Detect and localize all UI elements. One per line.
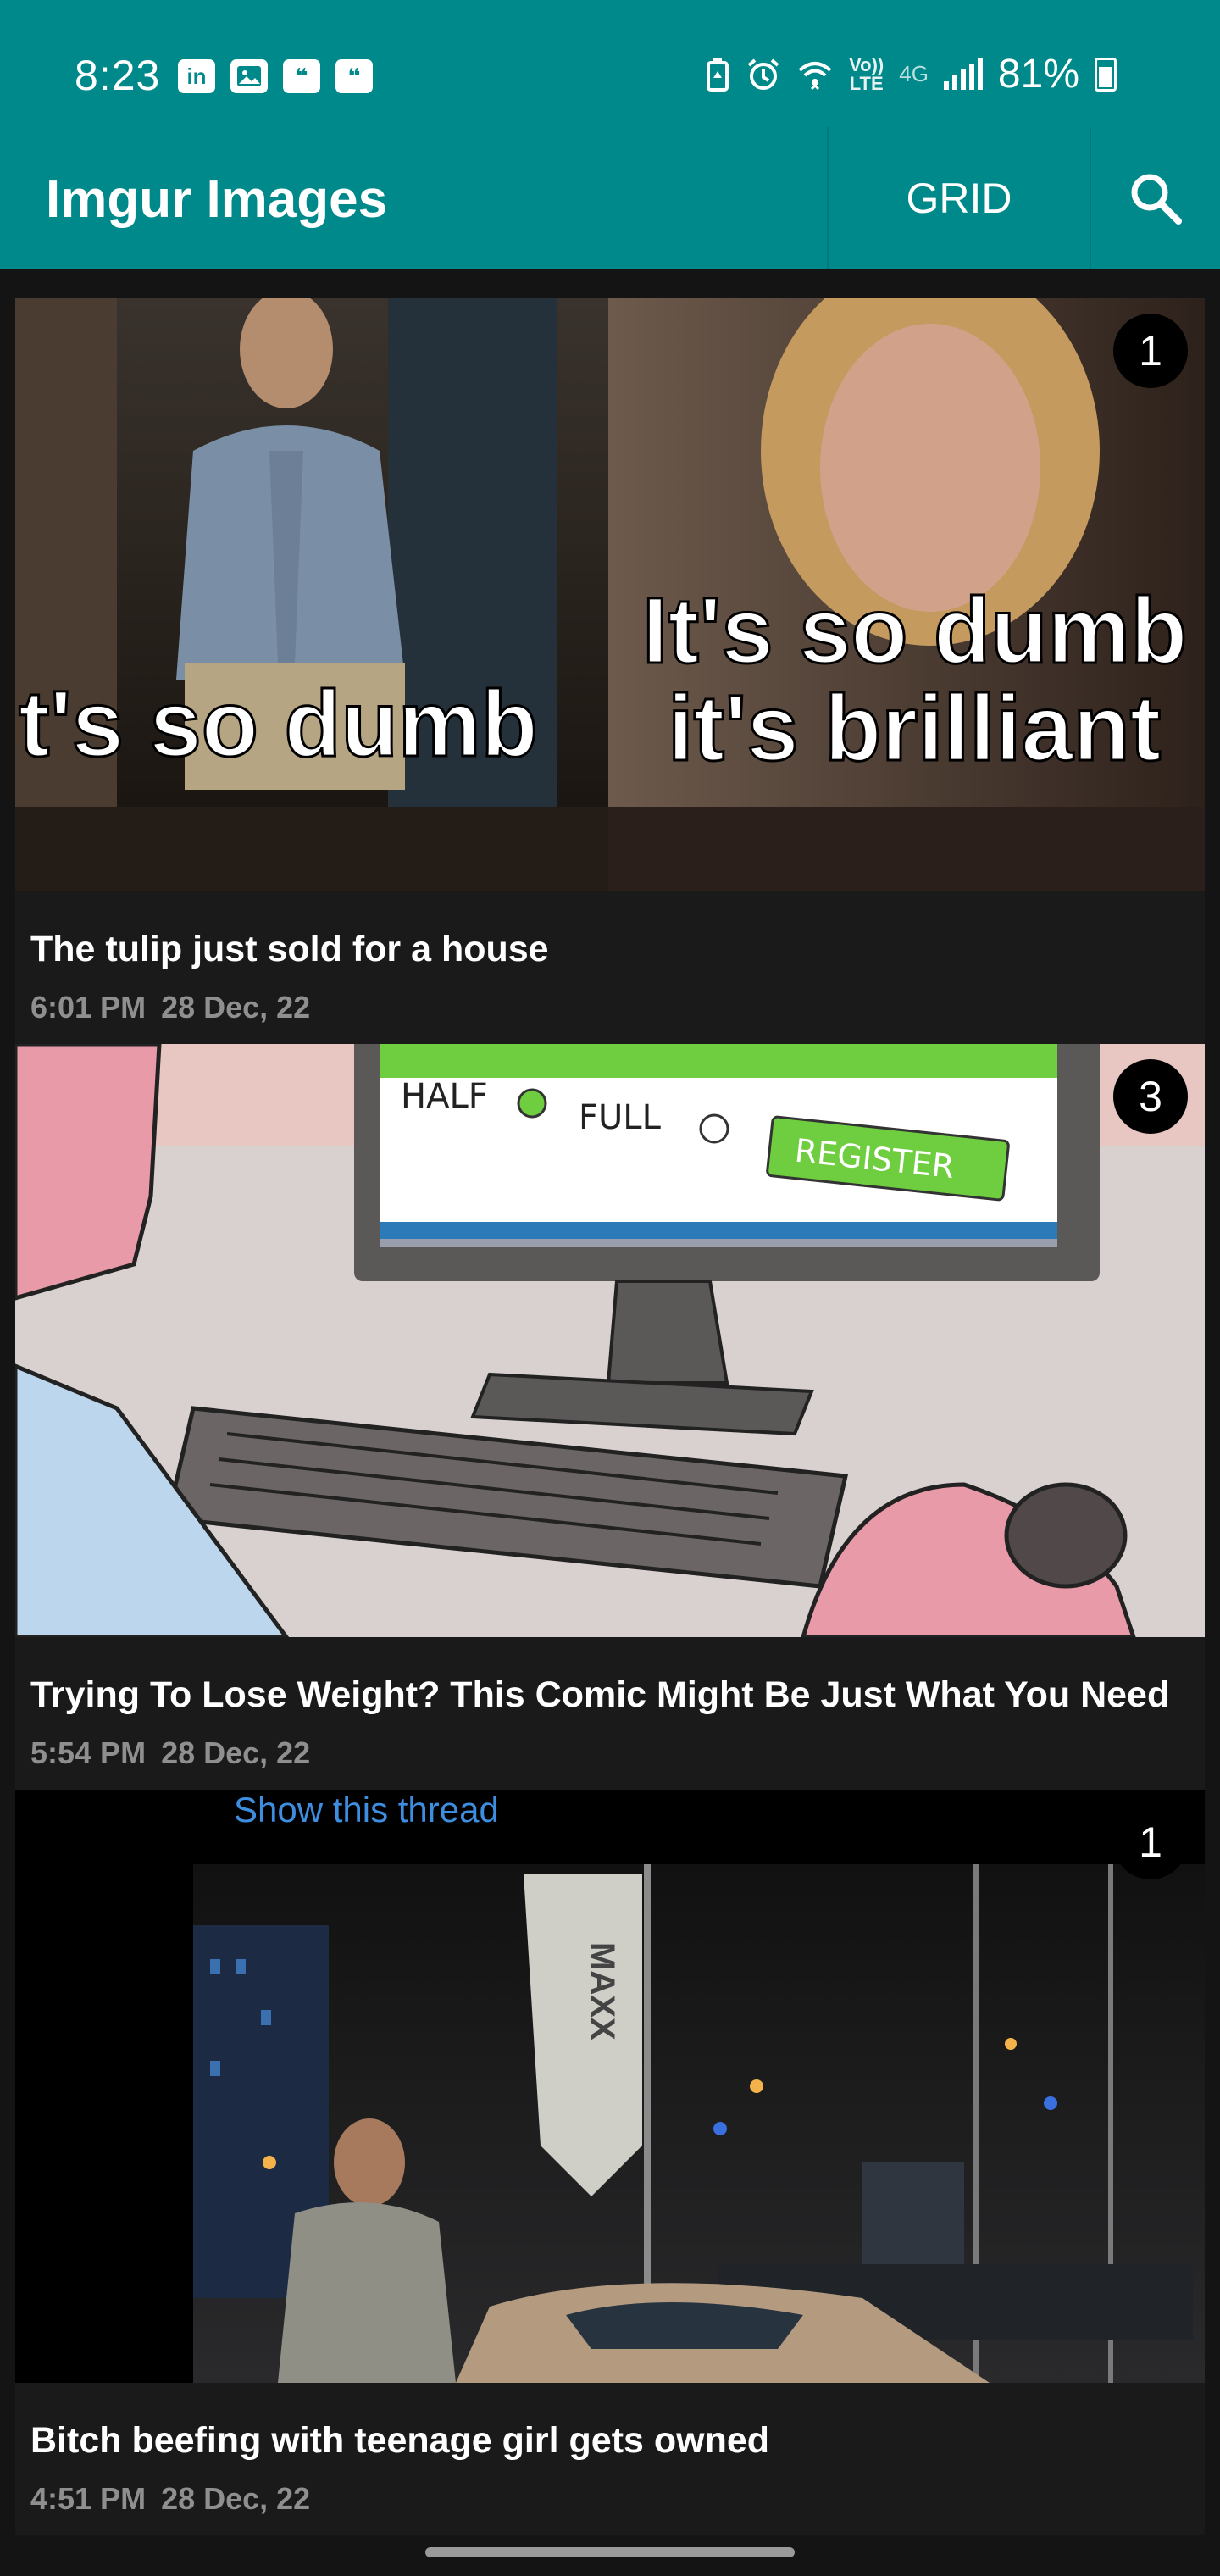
image-count-badge: 1 bbox=[1113, 314, 1188, 388]
battery-saver-icon bbox=[707, 58, 729, 92]
app-title: Imgur Images bbox=[46, 170, 388, 229]
screen-text: HALF bbox=[401, 1077, 488, 1116]
image-count-badge: 3 bbox=[1113, 1059, 1188, 1134]
post-date: 28 Dec, 22 bbox=[161, 2481, 311, 2516]
flag-text: MAXX bbox=[584, 1942, 621, 2040]
signal-strength-icon bbox=[943, 57, 983, 90]
home-indicator[interactable] bbox=[425, 2547, 795, 2557]
wifi-icon bbox=[798, 61, 832, 90]
post-timestamp: 4:51 PM 28 Dec, 22 bbox=[30, 2481, 310, 2517]
post-card[interactable]: Show this thread MAXX 1 Bitch beefing wi… bbox=[15, 1790, 1205, 2535]
meme-caption: It's so dumb bbox=[642, 579, 1187, 683]
network-type: 4G bbox=[899, 61, 929, 86]
post-timestamp: 5:54 PM 28 Dec, 22 bbox=[30, 1735, 310, 1771]
post-time: 4:51 PM bbox=[30, 2481, 147, 2516]
post-timestamp: 6:01 PM 28 Dec, 22 bbox=[30, 990, 310, 1025]
image-icon bbox=[230, 59, 268, 93]
hangouts-icon: ❝ bbox=[283, 59, 320, 93]
alarm-icon bbox=[747, 58, 779, 90]
image-count-badge: 1 bbox=[1113, 1805, 1188, 1879]
post-card[interactable]: HALF FULL REGISTER 3 Trying To Lose Weig… bbox=[15, 1044, 1205, 1790]
post-date: 28 Dec, 22 bbox=[161, 1735, 311, 1770]
search-button[interactable] bbox=[1091, 127, 1220, 269]
post-title[interactable]: The tulip just sold for a house bbox=[30, 929, 549, 970]
post-title[interactable]: Bitch beefing with teenage girl gets own… bbox=[30, 2420, 769, 2462]
post-date: 28 Dec, 22 bbox=[161, 990, 311, 1024]
meme-caption: t's so dumb bbox=[19, 672, 538, 776]
battery-percentage: 81% bbox=[997, 52, 1079, 97]
post-image[interactable]: t's so dumb It's so dumb it's brilliant … bbox=[15, 298, 1205, 891]
post-time: 5:54 PM bbox=[30, 1735, 147, 1770]
image-feed[interactable]: t's so dumb It's so dumb it's brilliant … bbox=[15, 298, 1205, 2535]
post-card[interactable]: t's so dumb It's so dumb it's brilliant … bbox=[15, 298, 1205, 1044]
volte-indicator: Vo)) LTE bbox=[849, 53, 884, 94]
status-time: 8:23 bbox=[75, 52, 161, 99]
show-thread-link[interactable]: Show this thread bbox=[234, 1790, 499, 1829]
hangouts-icon: ❝ bbox=[336, 59, 373, 93]
grid-view-button[interactable]: GRID bbox=[829, 127, 1090, 269]
post-title[interactable]: Trying To Lose Weight? This Comic Might … bbox=[30, 1674, 1169, 1716]
post-image[interactable]: HALF FULL REGISTER 3 bbox=[15, 1044, 1205, 1637]
post-image[interactable]: Show this thread MAXX 1 bbox=[15, 1790, 1205, 2383]
battery-icon bbox=[1095, 57, 1117, 92]
notification-icons: in ❝ ❝ bbox=[178, 59, 373, 93]
screen-text: FULL bbox=[579, 1098, 662, 1137]
meme-caption: it's brilliant bbox=[668, 676, 1161, 780]
post-time: 6:01 PM bbox=[30, 990, 147, 1024]
linkedin-icon: in bbox=[178, 59, 215, 93]
search-icon bbox=[1131, 174, 1182, 225]
status-right-icons: Vo)) LTE 4G 81% bbox=[705, 51, 1117, 97]
app-bar: Imgur Images GRID bbox=[0, 127, 1220, 269]
